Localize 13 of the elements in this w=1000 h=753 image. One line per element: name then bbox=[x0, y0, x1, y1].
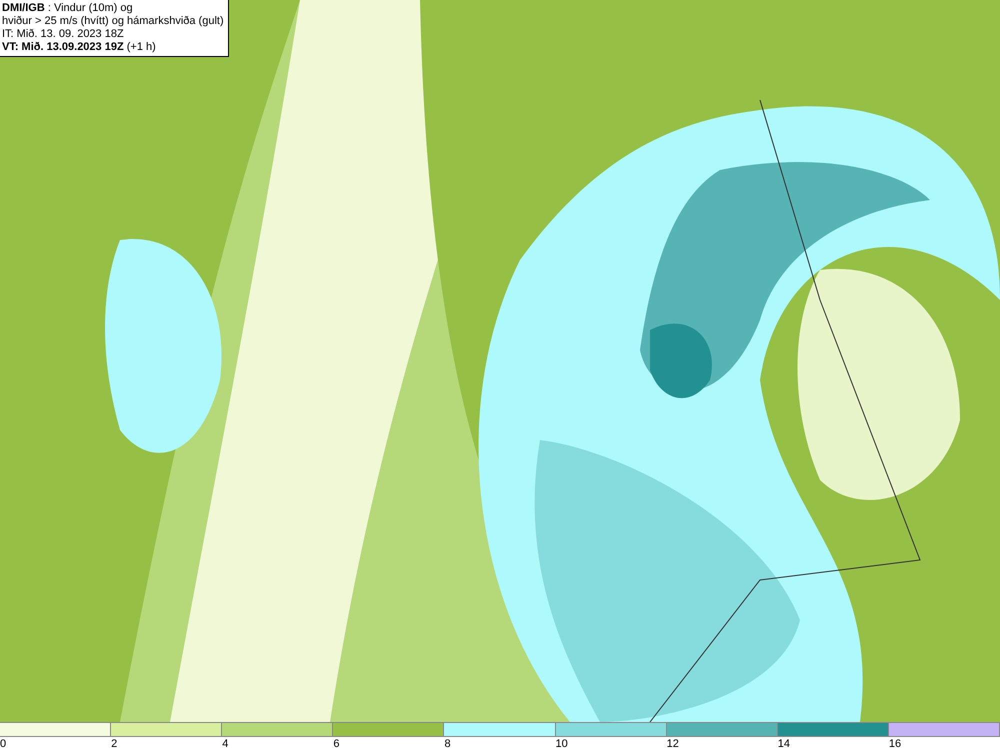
caption-line: VT: Mið. 13.09.2023 19Z (+1 h) bbox=[2, 41, 157, 54]
scale-label: 16 bbox=[888, 737, 902, 752]
scale-label: 10 bbox=[556, 737, 568, 752]
caption-line: IT: Mið. 13. 09. 2023 18Z bbox=[2, 28, 125, 41]
scale-label: 14 bbox=[778, 737, 790, 752]
scale-label: 8 bbox=[444, 737, 451, 752]
scale-label: 0 bbox=[0, 737, 6, 752]
caption-line: DMI/IGB : Vindur (10m) og bbox=[2, 2, 134, 15]
scale-label: 4 bbox=[222, 737, 228, 752]
caption-line: hviður > 25 m/s (hvítt) og hámarkshviða (gult) bbox=[2, 15, 224, 28]
scale-label: 2 bbox=[111, 737, 118, 752]
scale-label: 12 bbox=[666, 737, 679, 752]
scale-label: 6 bbox=[333, 737, 340, 752]
